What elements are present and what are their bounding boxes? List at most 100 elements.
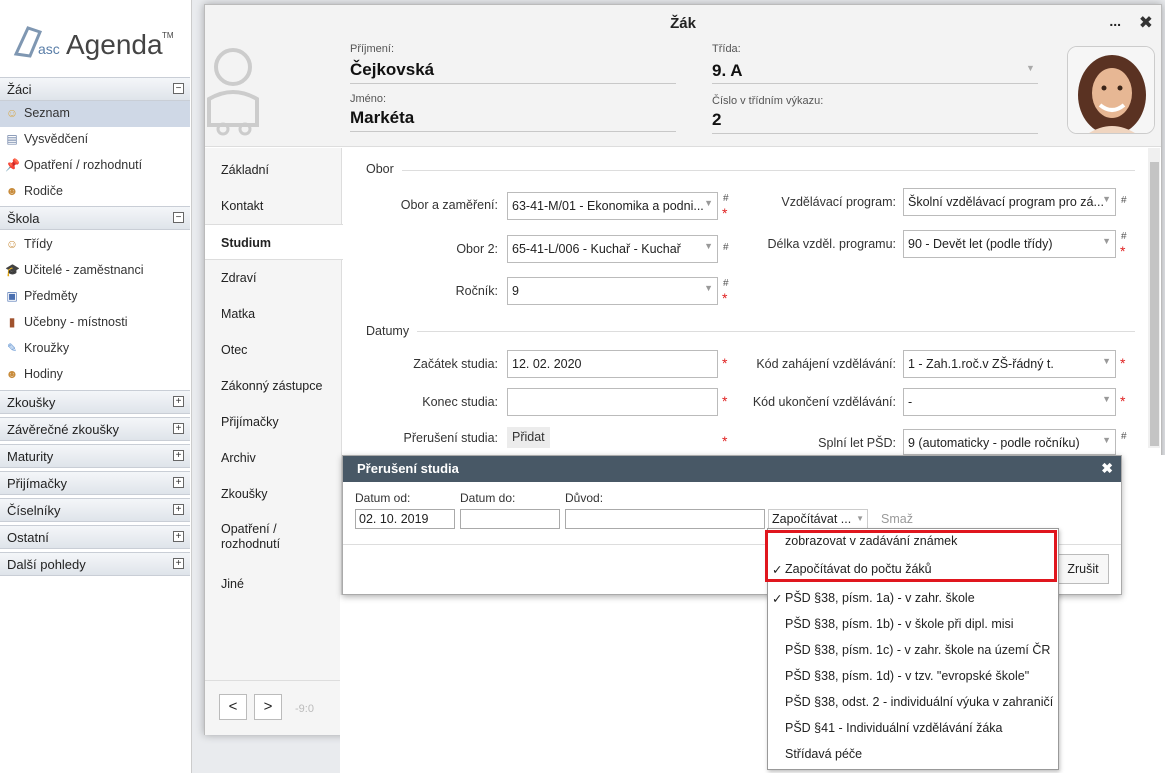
tab-kontakt[interactable]: Kontakt: [205, 188, 342, 224]
dialog-title: Žák: [670, 15, 696, 32]
sidebar-section-zaverecne[interactable]: Závěrečné zkoušky +: [0, 417, 190, 441]
obor-label: Obor a zaměření:: [400, 198, 498, 212]
kod-zahajeni-label: Kód zahájení vzdělávání:: [756, 357, 896, 371]
sidebar-item-ucitele[interactable]: 🎓 Učitelé - zaměstnanci: [0, 258, 190, 284]
delete-button[interactable]: Smaž: [881, 512, 913, 526]
from-input[interactable]: 02. 10. 2019: [355, 509, 455, 529]
sidebar-section-zkousky[interactable]: Zkoušky +: [0, 390, 190, 414]
obor-select[interactable]: 63-41-M/01 - Ekonomika a podni... ▼: [507, 192, 718, 220]
sidebar-item-vysvedceni[interactable]: ▤ Vysvědčení: [0, 127, 190, 153]
dropdown-item[interactable]: PŠD §38, písm. 1d) - v tzv. "evropské šk…: [768, 664, 1058, 690]
divider: [350, 83, 676, 84]
expand-icon[interactable]: +: [173, 396, 184, 407]
logo-name: Agenda: [66, 29, 163, 60]
rocnik-value: 9: [512, 284, 519, 298]
dropdown-item[interactable]: PŠD §38, odst. 2 - individuální výuka v …: [768, 690, 1058, 716]
club-icon: ✎: [6, 341, 18, 355]
dropdown-item-label: PŠD §38, písm. 1c) - v zahr. škole na úz…: [785, 643, 1051, 657]
sidebar-item-ucebny[interactable]: ▮ Učebny - místnosti: [0, 310, 190, 336]
close-icon[interactable]: ✖: [1101, 460, 1113, 477]
rocnik-select[interactable]: 9 ▼: [507, 277, 718, 305]
dropdown-item-label: Střídavá péče: [785, 747, 863, 761]
collapse-icon[interactable]: −: [173, 212, 184, 223]
expand-icon[interactable]: +: [173, 477, 184, 488]
dropdown-item[interactable]: PŠD §41 - Individuální vzdělávání žáka: [768, 716, 1058, 742]
sidebar-section-ostatni[interactable]: Ostatní +: [0, 525, 190, 549]
program-select[interactable]: Školní vzdělávací program pro zá... ▼: [903, 188, 1116, 216]
tab-archiv[interactable]: Archiv: [205, 440, 342, 476]
expand-icon[interactable]: +: [173, 558, 184, 569]
cancel-button[interactable]: Zrušit: [1057, 554, 1109, 584]
dropdown-item[interactable]: Střídavá péče: [768, 742, 1058, 768]
zacatek-input[interactable]: 12. 02. 2020: [507, 350, 718, 378]
sidebar-section-skola[interactable]: Škola −: [0, 206, 190, 230]
psd-value: 9 (automaticky - podle ročníku): [908, 436, 1080, 450]
sidebar-item-krouzky[interactable]: ✎ Kroužky: [0, 336, 190, 362]
tab-zdravi[interactable]: Zdraví: [205, 260, 342, 296]
expand-icon[interactable]: +: [173, 450, 184, 461]
tab-jine[interactable]: Jiné: [205, 566, 342, 602]
expand-icon[interactable]: +: [173, 423, 184, 434]
next-button[interactable]: >: [254, 694, 282, 720]
sidebar-section-prijimacky[interactable]: Přijímačky +: [0, 471, 190, 495]
to-input[interactable]: [460, 509, 560, 529]
expand-icon[interactable]: +: [173, 504, 184, 515]
konec-label: Konec studia:: [422, 395, 498, 409]
tab-otec[interactable]: Otec: [205, 332, 342, 368]
required-marker: *: [722, 205, 728, 221]
psd-select[interactable]: 9 (automaticky - podle ročníku) ▼: [903, 429, 1116, 455]
required-marker: *: [1120, 243, 1126, 259]
required-marker: *: [722, 290, 728, 306]
sidebar-section-zaci[interactable]: Žáci −: [0, 77, 190, 101]
collapse-icon[interactable]: −: [173, 83, 184, 94]
sidebar-item-seznam[interactable]: ☺ Seznam: [0, 101, 190, 127]
konec-input[interactable]: [507, 388, 718, 416]
scrollbar-thumb[interactable]: [1150, 162, 1159, 446]
kod-ukonceni-label: Kód ukončení vzdělávání:: [752, 395, 896, 409]
class-label: Třída:: [712, 43, 741, 55]
more-button[interactable]: ...: [1109, 13, 1121, 29]
sidebar-section-maturity[interactable]: Maturity +: [0, 444, 190, 468]
tab-zkousky[interactable]: Zkoušky: [205, 476, 342, 512]
sidebar-item-hodiny[interactable]: ☻ Hodiny: [0, 362, 190, 388]
sidebar-section-dalsi[interactable]: Další pohledy +: [0, 552, 190, 576]
tab-prijimacky[interactable]: Přijímačky: [205, 404, 342, 440]
dropdown-item[interactable]: PŠD §38, písm. 1b) - v škole při dipl. m…: [768, 612, 1058, 638]
divider: [712, 133, 1038, 134]
program-value: Školní vzdělávací program pro zá...: [908, 195, 1104, 209]
class-value[interactable]: 9. A: [712, 61, 743, 81]
tab-opatreni[interactable]: Opatření / rozhodnutí: [205, 516, 315, 552]
expand-icon[interactable]: +: [173, 531, 184, 542]
content-background-right: [1126, 455, 1165, 773]
dropdown-item[interactable]: ✓ PŠD §38, písm. 1a) - v zahr. škole: [768, 586, 1058, 612]
count-select-value: Započítávat ...: [772, 512, 852, 526]
close-icon[interactable]: ✖: [1139, 13, 1153, 33]
delka-select[interactable]: 90 - Devět let (podle třídy) ▼: [903, 230, 1116, 258]
reason-input[interactable]: [565, 509, 765, 529]
hash-icon: #: [1121, 195, 1127, 206]
sidebar-item-opatreni[interactable]: 📌 Opatření / rozhodnutí: [0, 153, 190, 179]
sidebar-item-rodice[interactable]: ☻ Rodiče: [0, 179, 190, 205]
tab-matka[interactable]: Matka: [205, 296, 342, 332]
kod-ukonceni-select[interactable]: - ▼: [903, 388, 1116, 416]
prev-button[interactable]: <: [219, 694, 247, 720]
student-photo[interactable]: [1067, 46, 1155, 134]
count-select[interactable]: Započítávat ... ▼: [768, 509, 868, 529]
tab-zakladni[interactable]: Základní: [205, 152, 342, 188]
interruption-dialog-title: Přerušení studia: [357, 461, 459, 476]
chevron-down-icon: ▼: [704, 198, 713, 208]
dropdown-item-label: PŠD §38, písm. 1b) - v škole při dipl. m…: [785, 617, 1014, 631]
sidebar-item-predmety[interactable]: ▣ Předměty: [0, 284, 190, 310]
divider: [350, 131, 676, 132]
dropdown-item[interactable]: PŠD §38, písm. 1c) - v zahr. škole na úz…: [768, 638, 1058, 664]
obor2-select[interactable]: 65-41-L/006 - Kuchař - Kuchař ▼: [507, 235, 718, 263]
chevron-down-icon: ▼: [1102, 435, 1111, 445]
tab-zakonny-zastupce[interactable]: Zákonný zástupce: [205, 368, 342, 404]
sidebar-section-ciselniky[interactable]: Číselníky +: [0, 498, 190, 522]
sidebar-item-tridy[interactable]: ☺ Třídy: [0, 232, 190, 258]
required-marker: *: [1120, 355, 1126, 371]
tab-studium[interactable]: Studium: [205, 224, 343, 260]
add-interruption-button[interactable]: Přidat: [507, 427, 550, 448]
chevron-down-icon[interactable]: ▼: [1026, 63, 1035, 73]
kod-zahajeni-select[interactable]: 1 - Zah.1.roč.v ZŠ-řádný t. ▼: [903, 350, 1116, 378]
